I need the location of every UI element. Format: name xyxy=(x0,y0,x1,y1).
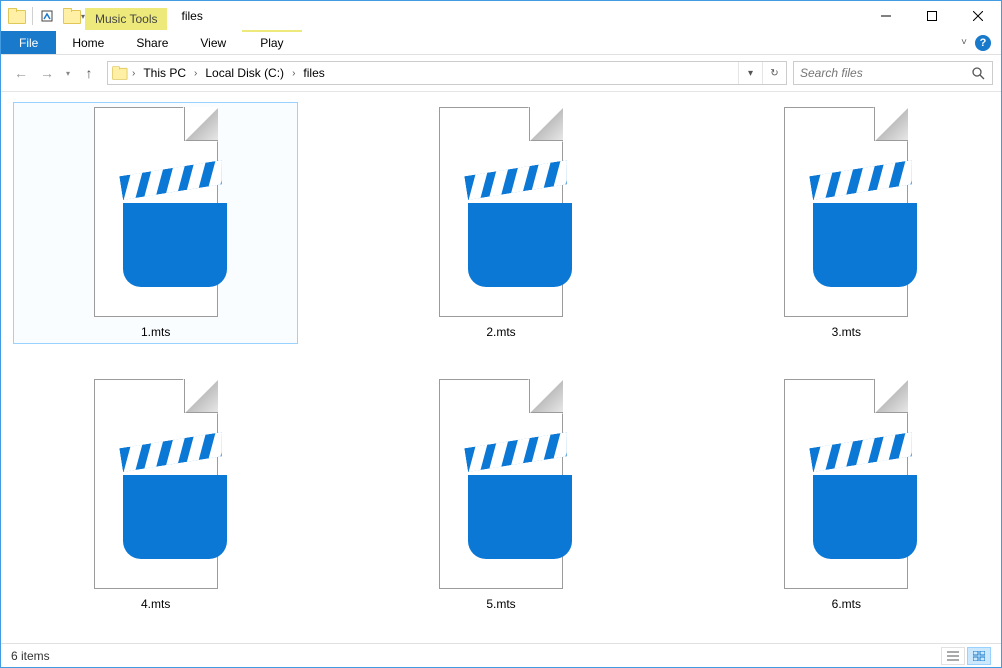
content-area[interactable]: 1.mts 2.mts 3.mts 4.mts 5.mts 6.mts xyxy=(1,91,1001,643)
file-item[interactable]: 3.mts xyxy=(704,102,989,344)
address-bar[interactable]: › This PC › Local Disk (C:) › files ▾ ↻ xyxy=(107,61,787,85)
video-file-icon xyxy=(421,107,581,317)
explorer-window: ▾ Music Tools files File Home Share View… xyxy=(0,0,1002,668)
folder-icon[interactable] xyxy=(5,5,27,27)
video-file-icon xyxy=(76,107,236,317)
tab-view[interactable]: View xyxy=(184,31,242,54)
location-folder-icon[interactable] xyxy=(108,65,130,81)
file-item[interactable]: 1.mts xyxy=(13,102,298,344)
thumbnails-view-icon[interactable] xyxy=(967,647,991,665)
video-file-icon xyxy=(766,107,926,317)
maximize-button[interactable] xyxy=(909,1,955,31)
video-file-icon xyxy=(421,379,581,589)
file-name: 1.mts xyxy=(141,325,170,339)
search-input[interactable] xyxy=(794,66,964,80)
details-view-icon[interactable] xyxy=(941,647,965,665)
file-item[interactable]: 5.mts xyxy=(358,374,643,616)
recent-locations-caret-icon[interactable]: ▾ xyxy=(61,69,75,78)
status-text: 6 items xyxy=(11,649,50,663)
properties-icon[interactable] xyxy=(36,5,58,27)
chevron-right-icon[interactable]: › xyxy=(192,68,199,79)
address-history-caret-icon[interactable]: ▾ xyxy=(738,62,762,84)
status-bar: 6 items xyxy=(1,643,1001,667)
breadcrumb[interactable]: This PC xyxy=(137,62,192,84)
file-name: 3.mts xyxy=(832,325,861,339)
tab-home[interactable]: Home xyxy=(56,31,120,54)
file-item[interactable]: 6.mts xyxy=(704,374,989,616)
up-button[interactable]: ↑ xyxy=(77,61,101,85)
tab-share[interactable]: Share xyxy=(120,31,184,54)
minimize-button[interactable] xyxy=(863,1,909,31)
view-mode-switcher xyxy=(941,647,991,665)
file-item[interactable]: 4.mts xyxy=(13,374,298,616)
back-button[interactable]: ← xyxy=(9,61,33,85)
new-folder-icon[interactable] xyxy=(60,5,82,27)
search-box[interactable] xyxy=(793,61,993,85)
ribbon-right: ˅ ? xyxy=(961,31,1001,54)
file-name: 6.mts xyxy=(832,597,861,611)
file-name: 4.mts xyxy=(141,597,170,611)
file-grid: 1.mts 2.mts 3.mts 4.mts 5.mts 6.mts xyxy=(1,92,1001,636)
tab-play[interactable]: Play xyxy=(242,31,301,54)
navigation-bar: ← → ▾ ↑ › This PC › Local Disk (C:) › fi… xyxy=(1,55,1001,91)
help-icon[interactable]: ? xyxy=(975,35,991,51)
breadcrumb[interactable]: files xyxy=(297,62,330,84)
video-file-icon xyxy=(76,379,236,589)
refresh-icon[interactable]: ↻ xyxy=(762,62,786,84)
file-name: 5.mts xyxy=(486,597,515,611)
ribbon-tabs: File Home Share View Play ˅ ? xyxy=(1,31,1001,55)
close-button[interactable] xyxy=(955,1,1001,31)
forward-button[interactable]: → xyxy=(35,61,59,85)
window-controls xyxy=(863,1,1001,31)
collapse-ribbon-icon[interactable]: ˅ xyxy=(961,37,967,48)
chevron-right-icon[interactable]: › xyxy=(130,68,137,79)
address-tools: ▾ ↻ xyxy=(738,62,786,84)
tab-file[interactable]: File xyxy=(1,31,56,54)
search-icon[interactable] xyxy=(964,62,992,84)
file-item[interactable]: 2.mts xyxy=(358,102,643,344)
context-tab-label: Music Tools xyxy=(85,8,167,30)
file-name: 2.mts xyxy=(486,325,515,339)
breadcrumb[interactable]: Local Disk (C:) xyxy=(199,62,290,84)
quick-access-toolbar: ▾ xyxy=(1,1,85,31)
window-title: files xyxy=(181,1,202,31)
title-bar: ▾ Music Tools files xyxy=(1,1,1001,31)
context-tab-header: Music Tools xyxy=(85,1,167,31)
chevron-right-icon[interactable]: › xyxy=(290,68,297,79)
video-file-icon xyxy=(766,379,926,589)
separator xyxy=(32,7,33,25)
